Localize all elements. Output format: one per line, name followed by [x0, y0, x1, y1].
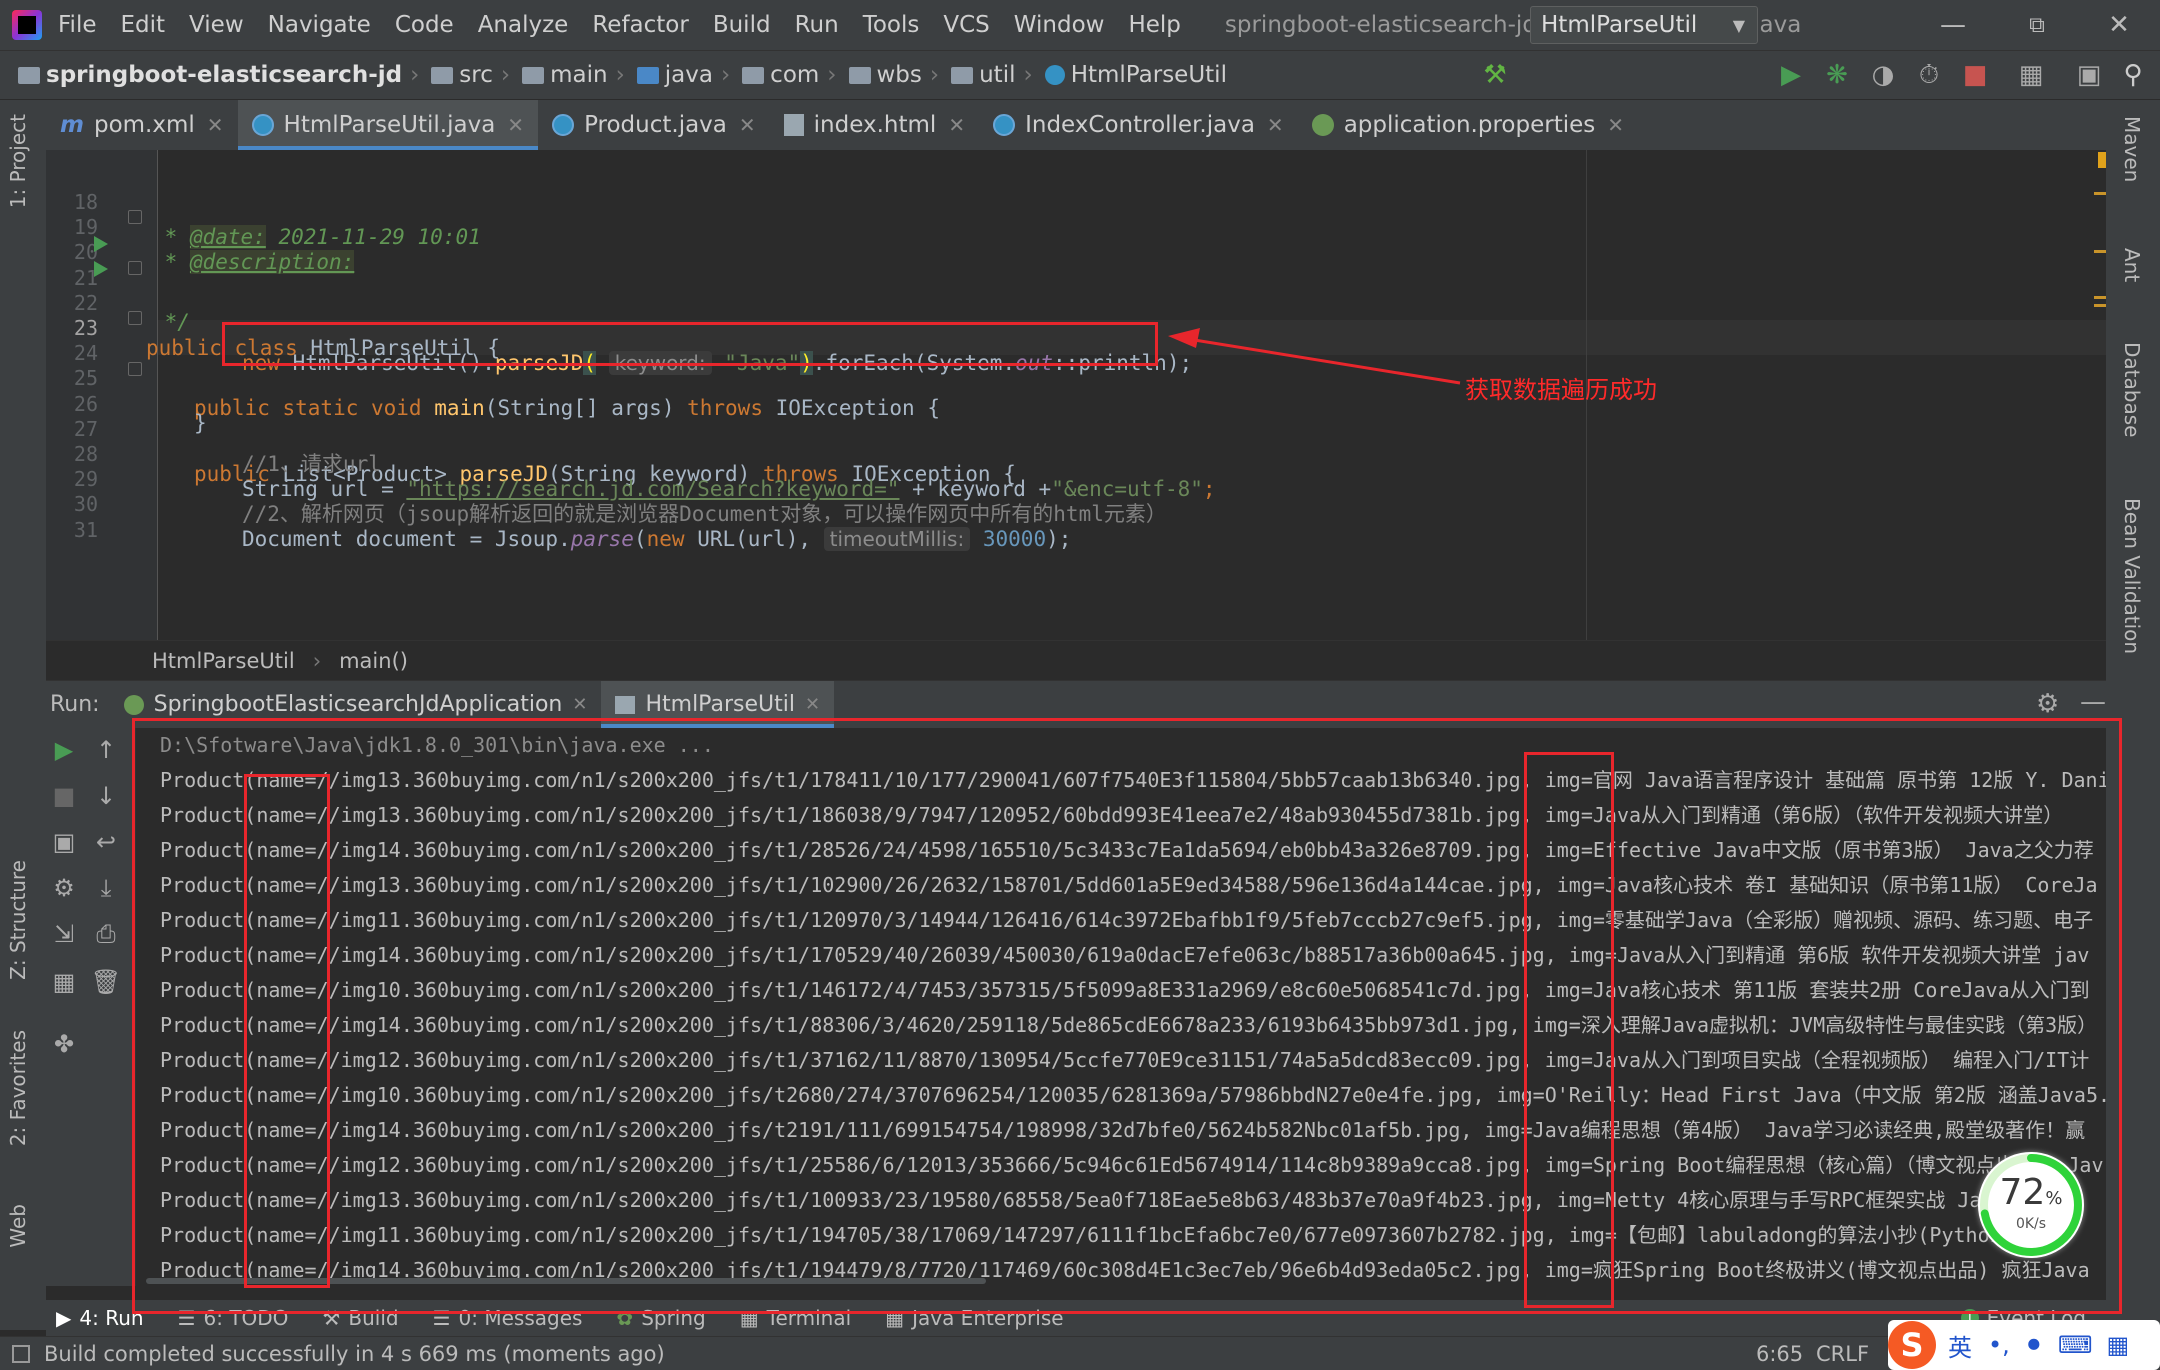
ime-toolbar[interactable]: S 英 •, ⚫ ⌨ ▦: [1888, 1320, 2160, 1370]
grid-icon[interactable]: ▦: [2107, 1331, 2130, 1359]
annotation-label: 获取数据遍历成功: [1465, 376, 1657, 404]
punctuation-icon[interactable]: •,: [1988, 1331, 2010, 1359]
speed-rate: 0K/s: [2015, 1216, 2047, 1232]
sogou-logo-icon: S: [1888, 1321, 1936, 1369]
microphone-icon[interactable]: ⚫: [2024, 1331, 2044, 1359]
ime-mode[interactable]: 英: [1948, 1328, 1972, 1363]
speed-percent: 72%: [1999, 1172, 2063, 1213]
keyboard-icon[interactable]: ⌨: [2058, 1331, 2093, 1359]
network-speed-widget[interactable]: 72% 0K/s: [1978, 1152, 2084, 1258]
annotation-arrow: [1168, 328, 1461, 385]
